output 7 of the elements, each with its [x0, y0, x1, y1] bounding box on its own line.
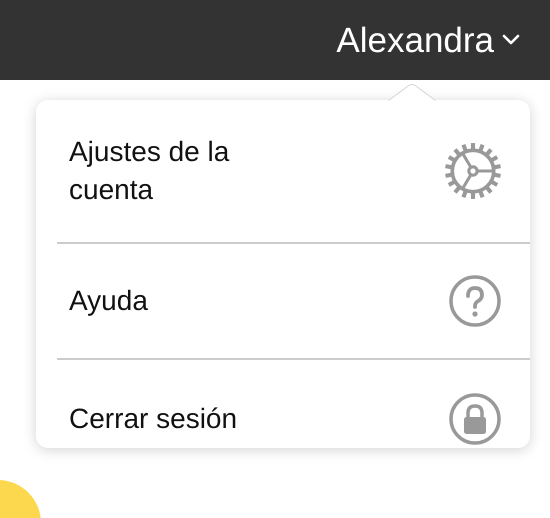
menu-item-label: Ajustes de la cuenta: [69, 135, 230, 207]
menu-item-label: Cerrar sesión: [69, 402, 238, 436]
menu-item-label: Ayuda: [69, 284, 148, 318]
menu-item[interactable]: Cerrar sesión: [57, 358, 530, 448]
user-menu-button[interactable]: Alexandra: [336, 22, 520, 58]
menu-item[interactable]: Ayuda: [57, 242, 530, 358]
menu-item[interactable]: Ajustes de la cuenta: [36, 100, 530, 242]
